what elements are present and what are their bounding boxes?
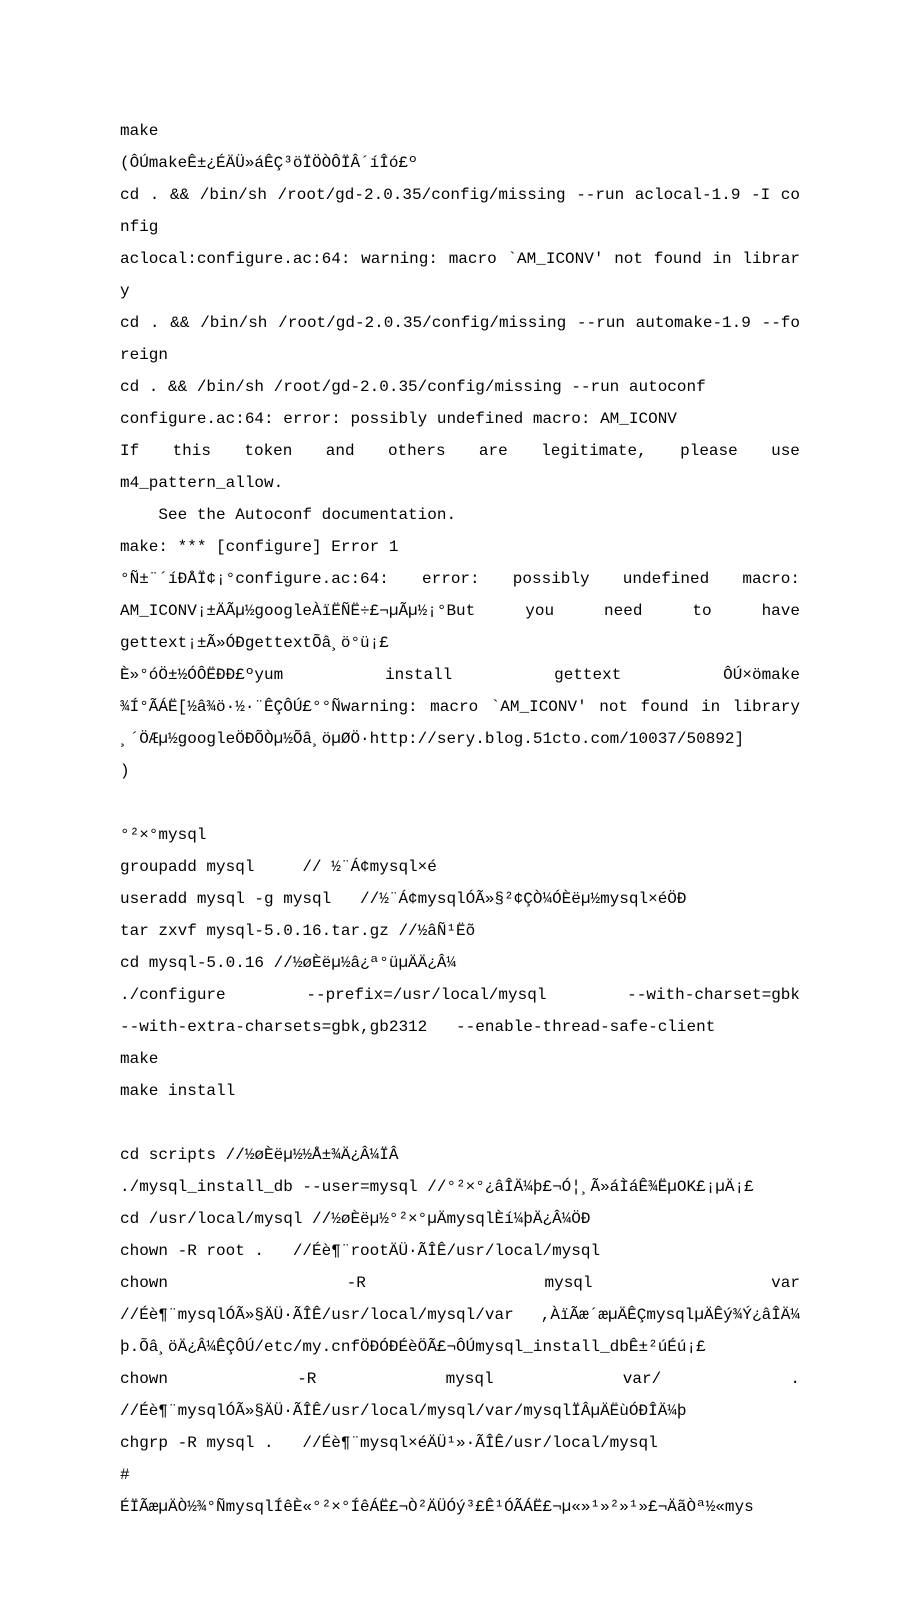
- text-line: chgrp -R mysql . //Éè¶¨mysql×éÄÜ¹»·ÃÎÊ/u…: [120, 1427, 800, 1459]
- text-line: tar zxvf mysql-5.0.16.tar.gz //½âÑ¹Ëõ: [120, 915, 800, 947]
- text-line: cd mysql-5.0.16 //½øÈëµ½â¿ª°üµÄÄ¿Â¼: [120, 947, 800, 979]
- text-line: make install: [120, 1075, 800, 1107]
- text-line: °Ñ±¨´íÐÅÏ¢¡°configure.ac:64:error:possib…: [120, 563, 800, 595]
- document-page: make(ÔÚmakeÊ±¿ÉÄÜ»áÊÇ³öÏÖÒÔÏÂ´íÎó£ºcd . …: [0, 0, 920, 1603]
- text-line: #: [120, 1459, 800, 1491]
- text-line: chown -R root . //Éè¶¨rootÄÜ·ÃÎÊ/usr/loc…: [120, 1235, 800, 1267]
- text-line: ./configure--prefix=/usr/local/mysql--wi…: [120, 979, 800, 1011]
- text-line: cd . && /bin/sh /root/gd-2.0.35/config/m…: [120, 307, 800, 371]
- text-line: ./mysql_install_db --user=mysql //°²×°¿â…: [120, 1171, 800, 1203]
- text-line: groupadd mysql // ½¨Á¢mysql×é: [120, 851, 800, 883]
- text-line: È»°óÖ±½ÓÔËÐÐ£ºyuminstallgettextÔÚ×ömake: [120, 659, 800, 691]
- text-line: (ÔÚmakeÊ±¿ÉÄÜ»áÊÇ³öÏÖÒÔÏÂ´íÎó£º: [120, 147, 800, 179]
- text-line: gettext¡±Ã»ÓÐgettextÕâ¸ö°ü¡£: [120, 627, 800, 659]
- text-line: chown-Rmysqlvar: [120, 1267, 800, 1299]
- text-line: chown-Rmysqlvar/.: [120, 1363, 800, 1395]
- text-line: make: [120, 115, 800, 147]
- text-line: cd /usr/local/mysql //½øÈëµ½°²×°µÄmysqlÈ…: [120, 1203, 800, 1235]
- text-line: ): [120, 755, 800, 787]
- text-line: useradd mysql -g mysql //½¨Á¢mysqlÓÃ»§²¢…: [120, 883, 800, 915]
- text-line: [120, 1107, 800, 1139]
- text-line: cd . && /bin/sh /root/gd-2.0.35/config/m…: [120, 371, 800, 403]
- text-line: //Éè¶¨mysqlÓÃ»§ÄÜ·ÃÎÊ/usr/local/mysql/va…: [120, 1395, 800, 1427]
- text-line: °²×°mysql: [120, 819, 800, 851]
- text-line: cd . && /bin/sh /root/gd-2.0.35/config/m…: [120, 179, 800, 243]
- text-line: Ifthistokenandothersarelegitimate,please…: [120, 435, 800, 467]
- text-line: [120, 787, 800, 819]
- text-line: make: *** [configure] Error 1: [120, 531, 800, 563]
- text-line: m4_pattern_allow.: [120, 467, 800, 499]
- text-line: ¾Í°ÃÁË[½â¾ö·½·¨ÊÇÔÚ£°°Ñwarning: macro `A…: [120, 691, 800, 755]
- text-line: See the Autoconf documentation.: [120, 499, 800, 531]
- text-line: make: [120, 1043, 800, 1075]
- text-line: cd scripts //½øÈëµ½½Å±¾Ä¿Â¼ÏÂ: [120, 1139, 800, 1171]
- text-line: ÉÏÃæµÄÒ½¾­°ÑmysqlÍêÈ«°²×°ÍêÁË£¬Ò²ÄÜÓý³£Ê…: [120, 1491, 800, 1523]
- text-line: //Éè¶¨mysqlÓÃ»§ÄÜ·ÃÎÊ/usr/local/mysql/va…: [120, 1299, 800, 1363]
- text-line: --with-extra-charsets=gbk,gb2312 --enabl…: [120, 1011, 800, 1043]
- text-line: AM_ICONV¡±ÄÃµ½googleÀïËÑË÷£¬µÃµ½¡°Butyou…: [120, 595, 800, 627]
- text-line: aclocal:configure.ac:64: warning: macro …: [120, 243, 800, 307]
- text-line: configure.ac:64: error: possibly undefin…: [120, 403, 800, 435]
